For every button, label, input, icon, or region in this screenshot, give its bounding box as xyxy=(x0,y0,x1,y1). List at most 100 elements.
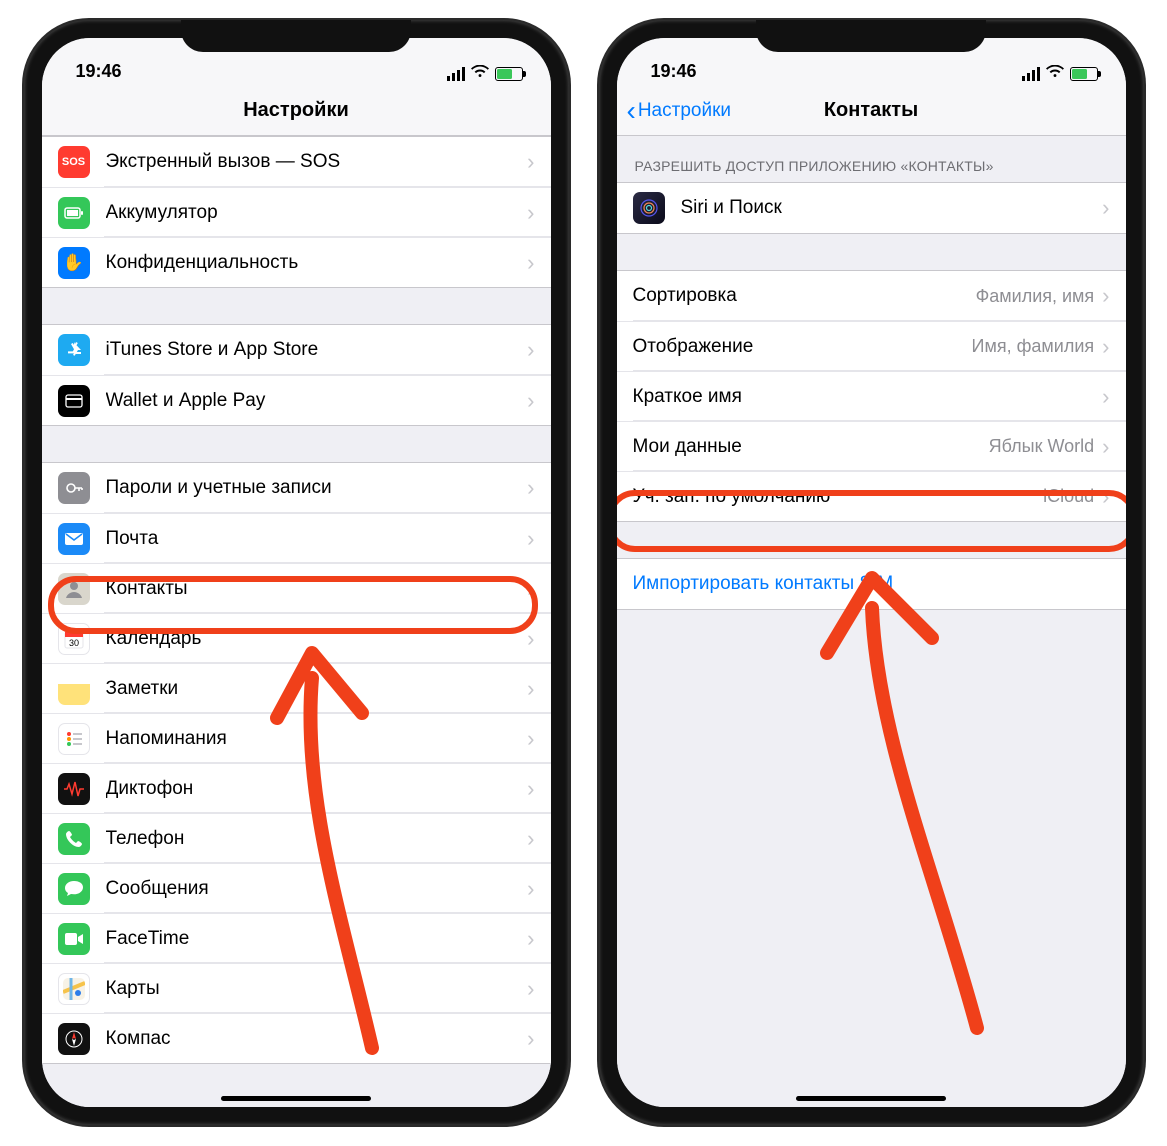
battery-icon xyxy=(1070,67,1098,81)
row-sos[interactable]: SOS Экстренный вызов — SOS › xyxy=(42,137,551,187)
chevron-right-icon: › xyxy=(527,726,534,752)
chevron-right-icon: › xyxy=(1102,434,1109,460)
reminders-icon xyxy=(58,723,90,755)
row-label: Пароли и учетные записи xyxy=(106,477,528,499)
appstore-icon xyxy=(58,334,90,366)
row-wallet[interactable]: Wallet и Apple Pay › xyxy=(42,375,551,425)
chevron-right-icon: › xyxy=(1102,283,1109,309)
back-button[interactable]: ‹ Настройки xyxy=(627,97,732,125)
row-privacy[interactable]: ✋ Конфиденциальность › xyxy=(42,237,551,287)
row-siri-search[interactable]: Siri и Поиск › xyxy=(617,183,1126,233)
chevron-right-icon: › xyxy=(527,337,534,363)
row-label: Карты xyxy=(106,978,528,1000)
row-label: Календарь xyxy=(106,628,528,650)
row-notes[interactable]: Заметки › xyxy=(42,663,551,713)
voicememo-icon xyxy=(58,773,90,805)
row-value: iCloud xyxy=(1043,486,1094,507)
maps-icon xyxy=(58,973,90,1005)
chevron-right-icon: › xyxy=(1102,484,1109,510)
row-label: Напоминания xyxy=(106,728,528,750)
row-facetime[interactable]: FaceTime › xyxy=(42,913,551,963)
home-indicator xyxy=(221,1096,371,1101)
row-value: Имя, фамилия xyxy=(972,336,1095,357)
row-voicememo[interactable]: Диктофон › xyxy=(42,763,551,813)
status-time: 19:46 xyxy=(651,61,697,82)
row-display[interactable]: Отображение Имя, фамилия › xyxy=(617,321,1126,371)
chevron-right-icon: › xyxy=(527,676,534,702)
chevron-right-icon: › xyxy=(527,250,534,276)
row-maps[interactable]: Карты › xyxy=(42,963,551,1013)
row-phone[interactable]: Телефон › xyxy=(42,813,551,863)
row-mail[interactable]: Почта › xyxy=(42,513,551,563)
chevron-right-icon: › xyxy=(527,776,534,802)
row-label: Контакты xyxy=(106,578,528,600)
page-title: Контакты xyxy=(824,99,918,122)
status-icons xyxy=(447,65,523,82)
row-label: Сортировка xyxy=(633,285,976,307)
battery-row-icon xyxy=(58,197,90,229)
row-contacts[interactable]: Контакты › xyxy=(42,563,551,613)
row-myinfo[interactable]: Мои данные Яблык World › xyxy=(617,421,1126,471)
chevron-right-icon: › xyxy=(1102,384,1109,410)
compass-icon xyxy=(58,1023,90,1055)
row-label: Siri и Поиск xyxy=(681,197,1103,219)
row-label: Конфиденциальность xyxy=(106,252,528,274)
row-label: iTunes Store и App Store xyxy=(106,339,528,361)
row-compass[interactable]: Компас › xyxy=(42,1013,551,1063)
row-default-account[interactable]: Уч. зап. по умолчанию iCloud › xyxy=(617,471,1126,521)
back-label: Настройки xyxy=(638,100,731,122)
siri-icon xyxy=(633,192,665,224)
row-value: Фамилия, имя xyxy=(976,286,1095,307)
notes-icon xyxy=(58,673,90,705)
row-label: Сообщения xyxy=(106,878,528,900)
facetime-icon xyxy=(58,923,90,955)
row-label: Экстренный вызов — SOS xyxy=(106,151,528,173)
hand-icon: ✋ xyxy=(58,247,90,279)
mail-icon xyxy=(58,523,90,555)
home-indicator xyxy=(796,1096,946,1101)
row-reminders[interactable]: Напоминания › xyxy=(42,713,551,763)
row-messages[interactable]: Сообщения › xyxy=(42,863,551,913)
notch xyxy=(756,20,986,52)
row-label: Диктофон xyxy=(106,778,528,800)
row-itunes[interactable]: iTunes Store и App Store › xyxy=(42,325,551,375)
phone-icon xyxy=(58,823,90,855)
contacts-icon xyxy=(58,573,90,605)
nav-header-settings: Настройки xyxy=(42,86,551,136)
chevron-right-icon: › xyxy=(1102,195,1109,221)
calendar-icon: 30 xyxy=(58,623,90,655)
chevron-right-icon: › xyxy=(527,576,534,602)
section-header-access: РАЗРЕШИТЬ ДОСТУП ПРИЛОЖЕНИЮ «КОНТАКТЫ» xyxy=(617,136,1126,182)
page-title: Настройки xyxy=(243,99,349,122)
row-import-sim[interactable]: Импортировать контакты SIM xyxy=(617,559,1126,609)
battery-icon xyxy=(495,67,523,81)
row-value: Яблык World xyxy=(989,436,1095,457)
chevron-right-icon: › xyxy=(527,388,534,414)
nav-header-contacts: ‹ Настройки Контакты xyxy=(617,86,1126,136)
chevron-right-icon: › xyxy=(527,475,534,501)
screen-right: 19:46 ‹ Настройки Контакты РАЗРЕШИТЬ ДОС… xyxy=(617,38,1126,1107)
cellular-signal-icon xyxy=(1022,67,1040,81)
row-passwords[interactable]: Пароли и учетные записи › xyxy=(42,463,551,513)
notch xyxy=(181,20,411,52)
row-sort[interactable]: Сортировка Фамилия, имя › xyxy=(617,271,1126,321)
row-label: Компас xyxy=(106,1028,528,1050)
cellular-signal-icon xyxy=(447,67,465,81)
row-label: Импортировать контакты SIM xyxy=(633,573,1110,595)
row-label: Аккумулятор xyxy=(106,202,528,224)
row-label: Wallet и Apple Pay xyxy=(106,390,528,412)
chevron-right-icon: › xyxy=(527,149,534,175)
chevron-right-icon: › xyxy=(527,976,534,1002)
row-label: Отображение xyxy=(633,336,972,358)
svg-text:30: 30 xyxy=(68,638,78,648)
row-calendar[interactable]: 30 Календарь › xyxy=(42,613,551,663)
contacts-settings[interactable]: РАЗРЕШИТЬ ДОСТУП ПРИЛОЖЕНИЮ «КОНТАКТЫ» S… xyxy=(617,136,1126,1107)
row-battery[interactable]: Аккумулятор › xyxy=(42,187,551,237)
chevron-right-icon: › xyxy=(527,200,534,226)
row-shortname[interactable]: Краткое имя › xyxy=(617,371,1126,421)
chevron-right-icon: › xyxy=(527,926,534,952)
settings-list[interactable]: SOS Экстренный вызов — SOS › Аккумулятор… xyxy=(42,136,551,1107)
chevron-right-icon: › xyxy=(527,626,534,652)
row-label: Краткое имя xyxy=(633,386,1103,408)
phone-left: 19:46 Настройки SOS Экстренный вызов — S… xyxy=(24,20,569,1125)
